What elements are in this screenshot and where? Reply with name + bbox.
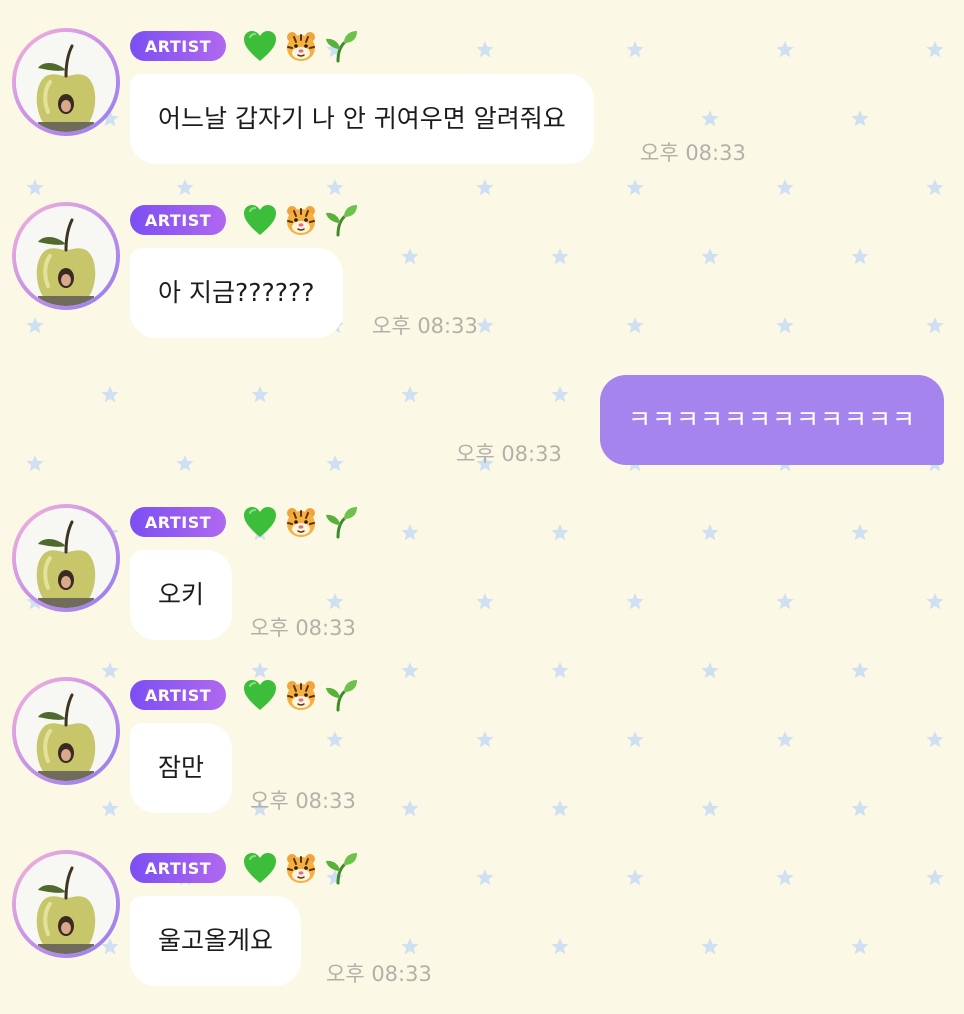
artist-badge: ARTIST [130,680,226,710]
badge-emoji-group [242,29,358,63]
message-timestamp: 오후 08:33 [640,141,746,165]
avatar-image [16,681,116,781]
tiger-face-icon [284,851,318,885]
message-timestamp: 오후 08:33 [456,442,562,466]
message-row-artist: ARTIST 오키 오후 08:33 [0,476,964,646]
sender-badge-line: ARTIST [130,677,358,713]
message-row-artist: ARTIST 잠만 오후 08:33 [0,649,964,819]
avatar-image [16,508,116,608]
message-timestamp: 오후 08:33 [372,314,478,338]
avatar-image [16,854,116,954]
green-heart-icon [242,29,278,63]
message-timestamp: 오후 08:33 [250,789,356,813]
seedling-icon [324,29,358,63]
badge-emoji-group [242,505,358,539]
avatar[interactable] [12,202,120,310]
seedling-icon [324,851,358,885]
artist-badge: ARTIST [130,31,226,61]
badge-emoji-group [242,678,358,712]
message-bubble[interactable]: 어느날 갑자기 나 안 귀여우면 알려줘요 [130,74,594,164]
artist-badge: ARTIST [130,205,226,235]
message-row-artist: ARTIST 아 지금?????? 오후 08:33 [0,174,964,344]
green-heart-icon [242,203,278,237]
message-bubble[interactable]: 잠만 [130,723,233,813]
message-row-artist: ARTIST 울고올게요 오후 08:33 [0,822,964,992]
seedling-icon [324,203,358,237]
message-bubble[interactable]: 오키 [130,550,233,640]
avatar[interactable] [12,677,120,785]
sender-badge-line: ARTIST [130,202,358,238]
avatar[interactable] [12,28,120,136]
tiger-face-icon [284,678,318,712]
sender-badge-line: ARTIST [130,28,358,64]
message-bubble[interactable]: 아 지금?????? [130,248,343,338]
green-heart-icon [242,851,278,885]
avatar-image [16,206,116,306]
avatar-image [16,32,116,132]
message-bubble[interactable]: 울고올게요 [130,896,302,986]
message-timestamp: 오후 08:33 [250,616,356,640]
artist-badge: ARTIST [130,507,226,537]
avatar[interactable] [12,504,120,612]
sender-badge-line: ARTIST [130,850,358,886]
green-heart-icon [242,505,278,539]
sender-badge-line: ARTIST [130,504,358,540]
tiger-face-icon [284,505,318,539]
artist-badge: ARTIST [130,853,226,883]
tiger-face-icon [284,203,318,237]
green-heart-icon [242,678,278,712]
message-row-me: 오후 08:33 ㅋㅋㅋㅋㅋㅋㅋㅋㅋㅋㅋㅋ [0,375,964,467]
badge-emoji-group [242,851,358,885]
badge-emoji-group [242,203,358,237]
avatar[interactable] [12,850,120,958]
message-bubble[interactable]: ㅋㅋㅋㅋㅋㅋㅋㅋㅋㅋㅋㅋ [599,375,944,465]
seedling-icon [324,505,358,539]
message-timestamp: 오후 08:33 [326,962,432,986]
message-row-artist: ARTIST 어느날 갑자기 나 안 귀여우면 알려줘요 오후 08:33 [0,0,964,170]
tiger-face-icon [284,29,318,63]
seedling-icon [324,678,358,712]
